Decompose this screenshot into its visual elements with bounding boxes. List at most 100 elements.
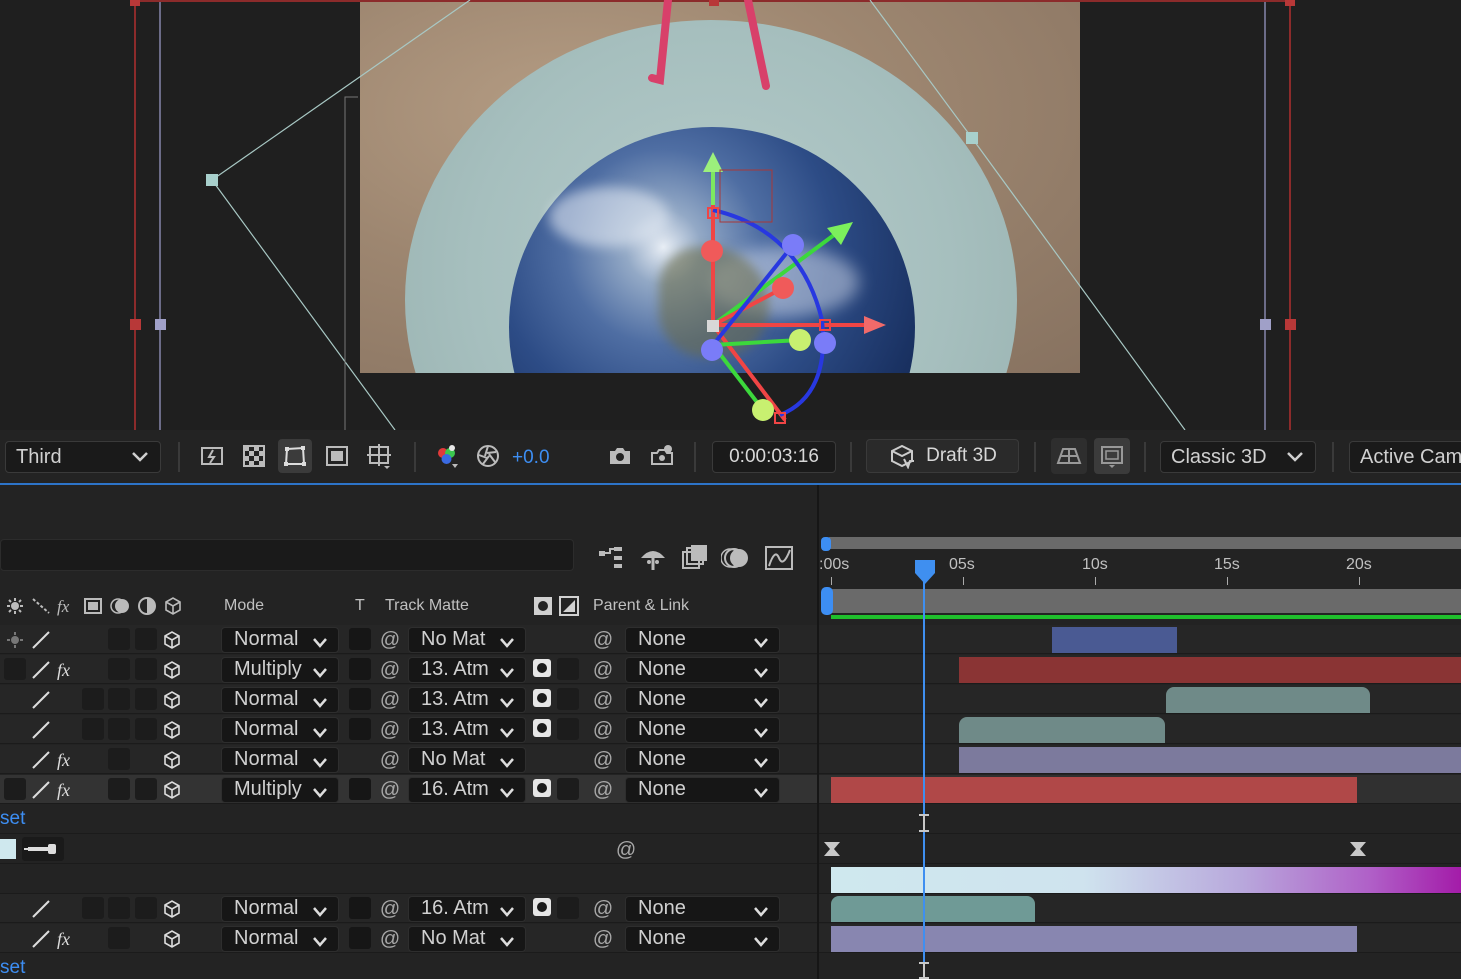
- switch-box[interactable]: [135, 778, 157, 800]
- blend-mode-dropdown[interactable]: Normal: [221, 717, 339, 743]
- switch-box[interactable]: [108, 658, 130, 680]
- track-matte-dropdown[interactable]: 16. Atm: [408, 896, 526, 922]
- blend-mode-dropdown[interactable]: Normal: [221, 926, 339, 952]
- mask-visibility-icon[interactable]: [278, 439, 312, 473]
- matte-alpha-toggle[interactable]: [533, 779, 551, 797]
- parent-dropdown[interactable]: None: [625, 777, 780, 803]
- matte-invert-toggle[interactable]: [557, 778, 579, 800]
- playhead-icon[interactable]: [914, 559, 936, 585]
- parent-pickwhip-icon[interactable]: @: [592, 689, 614, 711]
- matte-invert-toggle[interactable]: [557, 897, 579, 919]
- effects-switch-icon[interactable]: fx: [56, 596, 76, 616]
- 3d-layer-icon[interactable]: [161, 898, 183, 920]
- parent-pickwhip-icon[interactable]: @: [592, 659, 614, 681]
- effects-toggle-icon[interactable]: fx: [56, 779, 78, 801]
- mask-vertex[interactable]: [206, 174, 218, 186]
- 3d-layer-icon[interactable]: [161, 928, 183, 950]
- effects-toggle-icon[interactable]: fx: [56, 928, 78, 950]
- matte-pickwhip-icon[interactable]: @: [379, 659, 401, 681]
- parent-pickwhip-icon[interactable]: @: [592, 898, 614, 920]
- color-swatch[interactable]: [0, 839, 16, 859]
- quality-toggle-icon[interactable]: [30, 749, 52, 771]
- 3d-layer-switch-icon[interactable]: [163, 596, 183, 616]
- switch-box[interactable]: [108, 927, 130, 949]
- layer-row-selected[interactable]: fx Multiply @ 16. Atm @ None: [0, 775, 817, 804]
- track-row-selected[interactable]: [819, 775, 1461, 804]
- eyedropper-button[interactable]: [22, 837, 64, 861]
- draft-3d-button[interactable]: Draft 3D: [866, 439, 1019, 473]
- matte-pickwhip-icon[interactable]: @: [379, 689, 401, 711]
- keyframe-icon[interactable]: [823, 841, 841, 857]
- matte-invert-toggle[interactable]: [557, 688, 579, 710]
- extended-viewer-icon[interactable]: [1094, 438, 1130, 474]
- work-area-start-icon[interactable]: [821, 537, 831, 551]
- layer-duration-bar[interactable]: [959, 717, 1165, 743]
- switch-box[interactable]: [4, 778, 26, 800]
- matte-alpha-toggle[interactable]: [533, 898, 551, 916]
- composition-flowchart-icon[interactable]: [596, 542, 628, 574]
- 3d-transform-gizmo[interactable]: [701, 152, 886, 424]
- matte-pickwhip-icon[interactable]: @: [379, 629, 401, 651]
- switch-box[interactable]: [108, 748, 130, 770]
- matte-pickwhip-icon[interactable]: @: [379, 779, 401, 801]
- switch-box[interactable]: [108, 628, 130, 650]
- track-matte-dropdown[interactable]: No Mat: [408, 747, 526, 773]
- shy-toggle-icon[interactable]: [4, 629, 26, 651]
- switch-box[interactable]: [135, 718, 157, 740]
- track-matte-dropdown[interactable]: 16. Atm: [408, 777, 526, 803]
- preserve-transparency-toggle[interactable]: [349, 927, 371, 949]
- track-row[interactable]: [819, 655, 1461, 684]
- matte-pickwhip-icon[interactable]: @: [379, 898, 401, 920]
- preserve-transparency-toggle[interactable]: [349, 658, 371, 680]
- bounds-handle[interactable]: [1285, 319, 1296, 330]
- parent-dropdown[interactable]: None: [625, 717, 780, 743]
- track-matte-dropdown[interactable]: 13. Atm: [408, 657, 526, 683]
- layer-row[interactable]: Normal @ 13. Atm @ None: [0, 715, 817, 744]
- shy-switch-icon[interactable]: [5, 596, 25, 616]
- track-matte-dropdown[interactable]: No Mat: [408, 926, 526, 952]
- bounds-handle[interactable]: [155, 319, 166, 330]
- preserve-transparency-toggle[interactable]: [349, 778, 371, 800]
- 3d-layer-icon[interactable]: [161, 659, 183, 681]
- switch-box[interactable]: [135, 688, 157, 710]
- color-channels-icon[interactable]: [430, 439, 464, 473]
- track-row[interactable]: [819, 924, 1461, 953]
- 3d-layer-icon[interactable]: [161, 749, 183, 771]
- layer-row[interactable]: fx Multiply @ 13. Atm @ None: [0, 655, 817, 684]
- ground-plane-icon[interactable]: [1051, 438, 1087, 474]
- track-matte-dropdown[interactable]: 13. Atm: [408, 717, 526, 743]
- switch-box[interactable]: [135, 628, 157, 650]
- parent-pickwhip-icon[interactable]: @: [592, 749, 614, 771]
- layer-duration-bar[interactable]: [831, 926, 1357, 952]
- blend-mode-dropdown[interactable]: Multiply: [221, 657, 339, 683]
- timeline-track-area[interactable]: :00s 05s 10s 15s 20s: [817, 485, 1461, 979]
- property-pickwhip-icon[interactable]: @: [615, 839, 637, 861]
- 3d-layer-icon[interactable]: [161, 629, 183, 651]
- switch-box[interactable]: [4, 658, 26, 680]
- matte-pickwhip-icon[interactable]: @: [379, 928, 401, 950]
- layer-row[interactable]: Normal @ No Mat @ None: [0, 625, 817, 654]
- quality-toggle-icon[interactable]: [30, 719, 52, 741]
- blend-mode-dropdown[interactable]: Normal: [221, 896, 339, 922]
- switch-box[interactable]: [108, 897, 130, 919]
- mask-vertex[interactable]: [966, 132, 978, 144]
- quality-toggle-icon[interactable]: [30, 779, 52, 801]
- matte-invert-toggle[interactable]: [557, 718, 579, 740]
- quality-toggle-icon[interactable]: [30, 629, 52, 651]
- transparency-grid-icon[interactable]: [237, 439, 271, 473]
- switch-box[interactable]: [82, 897, 104, 919]
- preserve-transparency-toggle[interactable]: [349, 718, 371, 740]
- parent-pickwhip-icon[interactable]: @: [592, 779, 614, 801]
- parent-pickwhip-icon[interactable]: @: [592, 928, 614, 950]
- camera-view-dropdown[interactable]: Active Cam: [1349, 441, 1461, 473]
- switch-box[interactable]: [108, 718, 130, 740]
- blend-mode-dropdown[interactable]: Normal: [221, 687, 339, 713]
- quality-toggle-icon[interactable]: [30, 928, 52, 950]
- matte-alpha-toggle[interactable]: [533, 689, 551, 707]
- track-row[interactable]: [819, 685, 1461, 714]
- switch-box[interactable]: [135, 897, 157, 919]
- anchor-handle[interactable]: [709, 0, 719, 6]
- preserve-transparency-toggle[interactable]: [349, 897, 371, 919]
- blend-mode-dropdown[interactable]: Multiply: [221, 777, 339, 803]
- switch-box[interactable]: [108, 688, 130, 710]
